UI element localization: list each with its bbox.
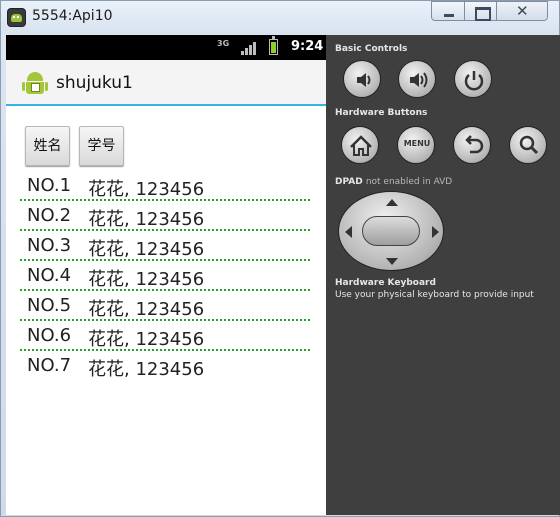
- name-button[interactable]: 姓名: [25, 126, 70, 166]
- dpad-title: DPAD: [335, 177, 363, 187]
- maximize-button[interactable]: [464, 1, 497, 21]
- row-number: NO.4: [27, 265, 72, 286]
- android-app-icon: [22, 70, 48, 98]
- back-button[interactable]: [453, 126, 491, 164]
- list-item[interactable]: NO.6 花花, 123456: [20, 320, 310, 351]
- dpad-control[interactable]: [338, 191, 444, 271]
- battery-icon: [269, 36, 278, 55]
- emulator-app-icon: [7, 8, 26, 27]
- row-value: 花花, 123456: [88, 179, 205, 200]
- row-number: NO.1: [27, 175, 72, 196]
- emulator-window: 5554:Api10 ✕ 3G 9:24 shujuku1 姓名 学号 NO.1…: [0, 0, 560, 517]
- dpad-label: DPAD not enabled in AVD: [335, 177, 452, 187]
- search-icon: [519, 135, 539, 155]
- list-item[interactable]: NO.3 花花, 123456: [20, 230, 310, 261]
- volume-up-button[interactable]: [398, 60, 436, 98]
- app-title: shujuku1: [56, 73, 133, 93]
- hardware-buttons-label: Hardware Buttons: [335, 108, 428, 118]
- minimize-button[interactable]: [431, 1, 465, 21]
- close-icon: ✕: [516, 2, 529, 20]
- volume-up-icon: [410, 72, 428, 88]
- row-number: NO.5: [27, 295, 72, 316]
- hardware-keyboard-note: Use your physical keyboard to provide in…: [335, 290, 534, 300]
- power-button[interactable]: [454, 60, 492, 98]
- list-item[interactable]: NO.5 花花, 123456: [20, 290, 310, 321]
- list-item[interactable]: NO.2 花花, 123456: [20, 200, 310, 231]
- signal-icon: [241, 41, 257, 55]
- menu-icon: MENU: [403, 139, 431, 148]
- close-button[interactable]: ✕: [496, 1, 548, 21]
- title-bar[interactable]: 5554:Api10 ✕: [1, 1, 559, 34]
- back-icon: [465, 135, 484, 154]
- power-icon: [464, 71, 484, 91]
- row-number: NO.3: [27, 235, 72, 256]
- emulator-controls-panel: Basic Controls Hardware Buttons MENU DPA…: [326, 35, 560, 515]
- row-value: 花花, 123456: [88, 359, 205, 380]
- phone-screen: 3G 9:24 shujuku1 姓名 学号 NO.1 花花, 123456 N…: [6, 35, 326, 515]
- dpad-center-button[interactable]: [362, 216, 420, 246]
- network-type-indicator: 3G: [217, 39, 230, 48]
- row-value: 花花, 123456: [88, 239, 205, 260]
- home-icon: [350, 135, 372, 156]
- row-number: NO.7: [27, 355, 72, 376]
- list-item[interactable]: NO.7 花花, 123456: [20, 350, 310, 380]
- row-value: 花花, 123456: [88, 209, 205, 230]
- dpad-note: not enabled in AVD: [365, 177, 453, 187]
- row-value: 花花, 123456: [88, 299, 205, 320]
- row-value: 花花, 123456: [88, 329, 205, 350]
- home-button[interactable]: [341, 126, 379, 164]
- status-bar: 3G 9:24: [6, 35, 326, 60]
- volume-down-button[interactable]: [343, 60, 381, 98]
- action-bar: shujuku1: [6, 60, 326, 106]
- list-item[interactable]: NO.1 花花, 123456: [20, 170, 310, 201]
- status-time: 9:24: [291, 39, 324, 54]
- volume-down-icon: [357, 73, 371, 87]
- row-number: NO.2: [27, 205, 72, 226]
- student-id-button[interactable]: 学号: [79, 126, 124, 166]
- row-number: NO.6: [27, 325, 72, 346]
- hardware-keyboard-label: Hardware Keyboard: [335, 278, 436, 288]
- search-button[interactable]: [509, 126, 547, 164]
- row-value: 花花, 123456: [88, 269, 205, 290]
- window-title: 5554:Api10: [32, 8, 113, 24]
- basic-controls-label: Basic Controls: [335, 44, 408, 54]
- list-item[interactable]: NO.4 花花, 123456: [20, 260, 310, 291]
- menu-button[interactable]: MENU: [397, 126, 435, 164]
